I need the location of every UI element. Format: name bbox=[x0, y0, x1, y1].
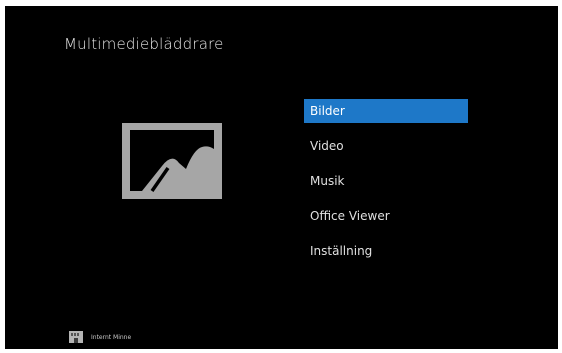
media-browser-screen: Multimediebläddrare Bilder Video Musik O… bbox=[5, 6, 558, 349]
menu-item-office-viewer[interactable]: Office Viewer bbox=[304, 204, 468, 228]
storage-label: Internt Minne bbox=[91, 333, 132, 341]
storage-indicator: Internt Minne bbox=[69, 330, 131, 344]
app-title: Multimediebläddrare bbox=[64, 35, 224, 53]
menu-item-installning[interactable]: Inställning bbox=[304, 239, 468, 263]
memory-card-icon bbox=[69, 331, 83, 343]
menu-item-video[interactable]: Video bbox=[304, 134, 468, 158]
image-placeholder-icon bbox=[122, 123, 222, 199]
menu-item-bilder[interactable]: Bilder bbox=[304, 99, 468, 123]
menu-item-musik[interactable]: Musik bbox=[304, 169, 468, 193]
main-menu: Bilder Video Musik Office Viewer Inställ… bbox=[304, 99, 468, 274]
